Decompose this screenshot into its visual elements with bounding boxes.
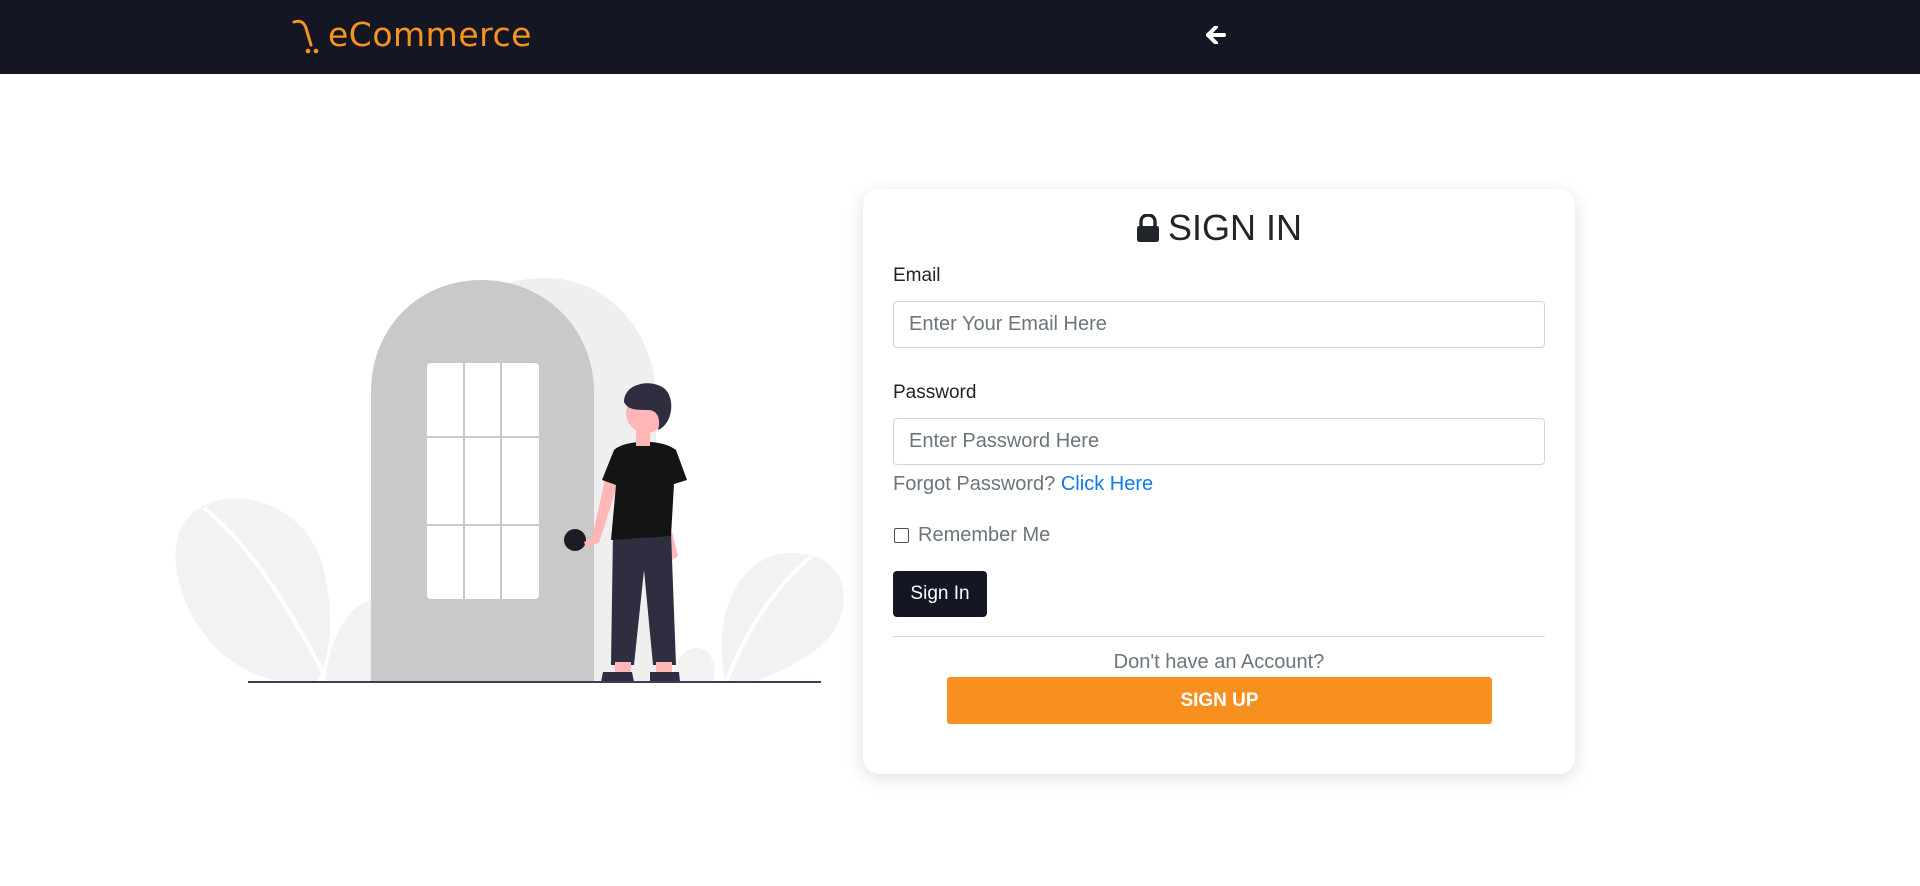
no-account-text: Don't have an Account? [1113, 651, 1325, 673]
signin-button[interactable]: Sign In [893, 571, 987, 617]
forgot-password-text: Forgot Password? [893, 473, 1056, 495]
lock-icon [1136, 213, 1160, 243]
divider [893, 636, 1545, 637]
left-leaf-shape [175, 498, 331, 682]
remember-me-row: Remember Me [893, 524, 1050, 547]
remember-me-label: Remember Me [918, 524, 1051, 546]
top-navbar: eCommerce [0, 0, 1920, 74]
cart-icon [292, 12, 330, 56]
signin-card: SIGN IN Email Password Forgot Password? … [863, 189, 1575, 774]
email-field[interactable] [893, 301, 1545, 348]
signin-title-text: SIGN IN [1167, 207, 1302, 248]
arrow-left-icon [1206, 24, 1226, 49]
signin-title: SIGN IN [863, 207, 1575, 249]
forgot-password-row: Forgot Password? Click Here [893, 473, 1153, 496]
forgot-password-link[interactable]: Click Here [1061, 473, 1153, 495]
brand-name: eCommerce [328, 14, 532, 54]
brand-logo[interactable]: eCommerce [292, 12, 532, 56]
person-at-door-illustration [166, 270, 846, 690]
email-label: Email [893, 265, 941, 286]
password-label: Password [893, 382, 977, 403]
back-button[interactable] [1201, 24, 1231, 50]
remember-me-checkbox[interactable] [894, 528, 909, 543]
signup-button[interactable]: SIGN UP [947, 677, 1492, 724]
password-field[interactable] [893, 418, 1545, 465]
